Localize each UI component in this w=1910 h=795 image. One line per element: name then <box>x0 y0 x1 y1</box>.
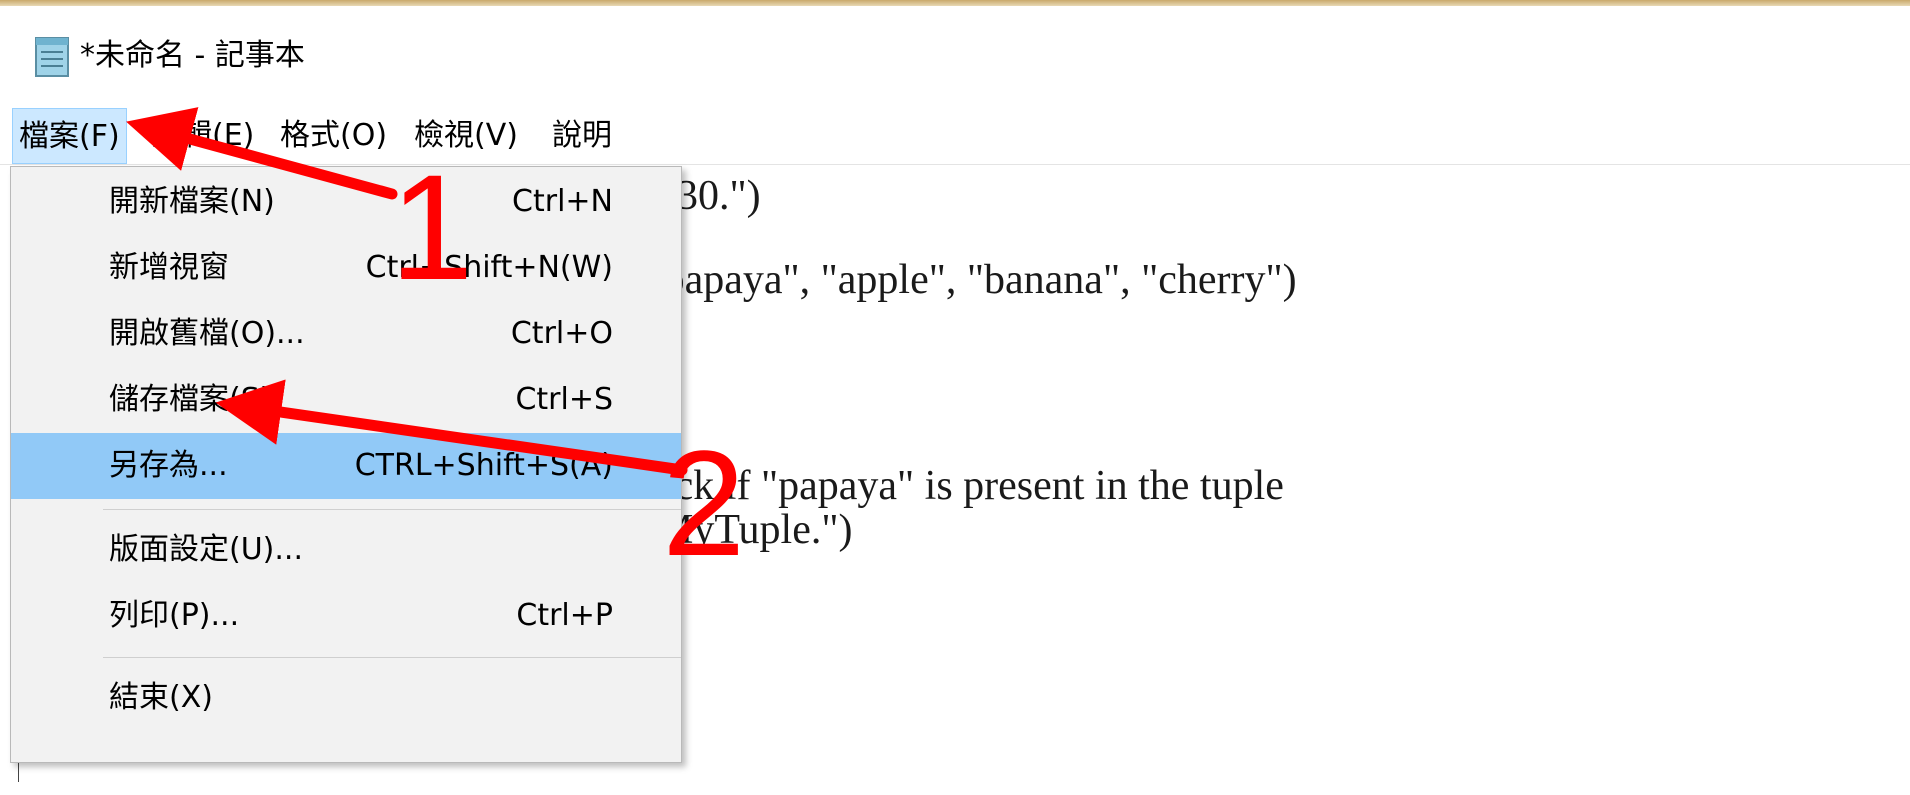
file-menu-dropdown: 開新檔案(N) Ctrl+N 新增視窗 Ctrl+Shift+N(W) 開啟舊檔… <box>10 166 682 763</box>
menu-item-shortcut: Ctrl+N <box>512 184 613 219</box>
annotation-step-1: 1 <box>390 143 474 311</box>
menu-item-new-window[interactable]: 新增視窗 Ctrl+Shift+N(W) <box>11 235 681 301</box>
menu-separator <box>103 509 681 510</box>
window-title: *未命名 - 記事本 <box>80 38 305 73</box>
title-bar: *未命名 - 記事本 <box>0 6 1910 88</box>
menu-item-shortcut: Ctrl+S <box>515 382 613 417</box>
editor-line: 'papaya", "apple", "banana", "cherry") <box>656 257 1297 303</box>
editor-line: eck if "papaya" is present in the tuple <box>656 463 1284 509</box>
menu-item-exit[interactable]: 結束(X) <box>11 665 681 731</box>
menu-item-save-as[interactable]: 另存為... CTRL+Shift+S(A) <box>11 433 681 499</box>
menu-item-print[interactable]: 列印(P)... Ctrl+P <box>11 583 681 649</box>
menu-item-label: 列印(P)... <box>109 598 240 633</box>
menu-item-open[interactable]: 開啟舊檔(O)... Ctrl+O <box>11 301 681 367</box>
menu-item-label: 結束(X) <box>109 680 213 715</box>
menu-help[interactable]: 說明 <box>546 108 618 164</box>
menu-format[interactable]: 格式(O) <box>274 108 393 164</box>
menu-item-label: 另存為... <box>109 448 228 483</box>
menu-bar: 檔案(F) 編輯(E) 格式(O) 檢視(V) 說明 <box>0 108 1910 164</box>
menu-item-label: 新增視窗 <box>109 250 229 285</box>
annotation-step-2: 2 <box>662 419 746 587</box>
menu-item-shortcut: CTRL+Shift+S(A) <box>354 448 613 483</box>
menu-file[interactable]: 檔案(F) <box>12 108 127 164</box>
menu-item-page-setup[interactable]: 版面設定(U)... <box>11 517 681 583</box>
menu-item-label: 儲存檔案(S) <box>109 382 272 417</box>
menu-edit[interactable]: 編輯(E) <box>146 108 260 164</box>
menu-separator <box>103 657 681 658</box>
menu-item-label: 版面設定(U)... <box>109 532 303 567</box>
menu-item-save[interactable]: 儲存檔案(S) Ctrl+S <box>11 367 681 433</box>
menu-item-label: 開新檔案(N) <box>109 184 275 219</box>
menu-item-shortcut: Ctrl+O <box>510 316 613 351</box>
menu-item-new[interactable]: 開新檔案(N) Ctrl+N <box>11 169 681 235</box>
notepad-icon <box>35 37 69 77</box>
menu-item-shortcut: Ctrl+P <box>516 598 613 633</box>
menu-item-label: 開啟舊檔(O)... <box>109 316 305 351</box>
